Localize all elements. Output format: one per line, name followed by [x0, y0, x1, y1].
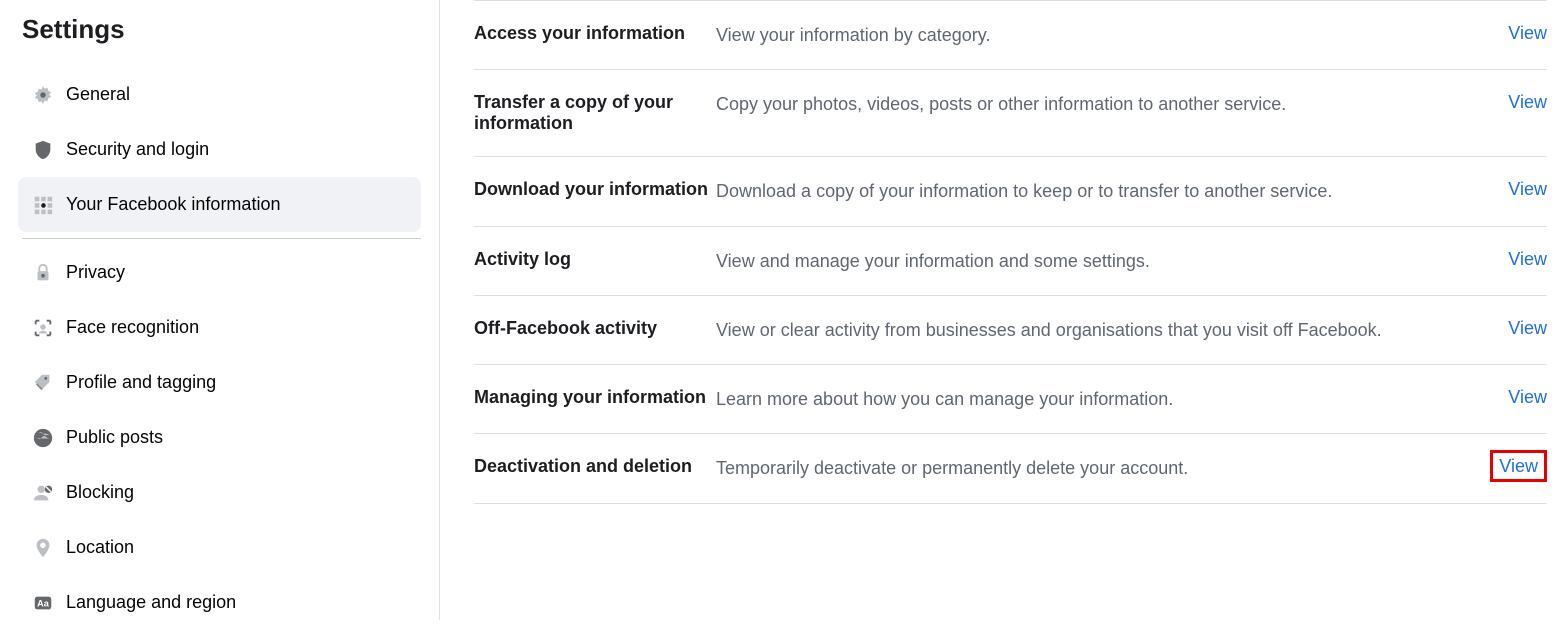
view-link-download-info[interactable]: View — [1508, 179, 1547, 199]
sidebar-item-facebook-info[interactable]: Your Facebook information — [18, 177, 421, 232]
view-link-activity-log[interactable]: View — [1508, 249, 1547, 269]
sidebar-item-label: Blocking — [66, 482, 134, 503]
row-title: Deactivation and deletion — [474, 456, 716, 477]
row-download-info: Download your information Download a cop… — [474, 157, 1547, 226]
view-link-transfer-copy[interactable]: View — [1508, 92, 1547, 112]
language-icon: Aa — [20, 592, 66, 614]
view-link-managing-info[interactable]: View — [1508, 387, 1547, 407]
sidebar-item-privacy[interactable]: Privacy — [18, 245, 421, 300]
sidebar-item-public-posts[interactable]: Public posts — [18, 410, 421, 465]
view-link-off-facebook[interactable]: View — [1508, 318, 1547, 338]
sidebar-items: General Security and login Your F — [18, 67, 439, 630]
sidebar-item-label: Security and login — [66, 139, 209, 160]
sidebar-item-language[interactable]: Aa Language and region — [18, 575, 421, 630]
view-link-deactivation-deletion[interactable]: View — [1490, 450, 1547, 482]
row-desc: Copy your photos, videos, posts or other… — [716, 92, 1508, 116]
sidebar-item-security[interactable]: Security and login — [18, 122, 421, 177]
svg-text:Aa: Aa — [37, 598, 50, 608]
sidebar-item-blocking[interactable]: Blocking — [18, 465, 421, 520]
sidebar-item-face-recognition[interactable]: Face recognition — [18, 300, 421, 355]
sidebar-item-label: Your Facebook information — [66, 194, 280, 215]
sidebar-item-label: Location — [66, 537, 134, 558]
tag-icon — [20, 372, 66, 394]
sidebar-item-label: Public posts — [66, 427, 163, 448]
row-transfer-copy: Transfer a copy of your information Copy… — [474, 70, 1547, 157]
row-desc: Temporarily deactivate or permanently de… — [716, 456, 1490, 480]
sidebar-item-location[interactable]: Location — [18, 520, 421, 575]
row-desc: Download a copy of your information to k… — [716, 179, 1508, 203]
row-title: Activity log — [474, 249, 716, 270]
row-deactivation-deletion: Deactivation and deletion Temporarily de… — [474, 434, 1547, 503]
shield-icon — [20, 139, 66, 161]
row-desc: View and manage your information and som… — [716, 249, 1508, 273]
sidebar-item-label: Language and region — [66, 592, 236, 613]
row-access-info: Access your information View your inform… — [474, 0, 1547, 70]
sidebar-item-label: Privacy — [66, 262, 125, 283]
row-title: Transfer a copy of your information — [474, 92, 716, 134]
row-off-facebook: Off-Facebook activity View or clear acti… — [474, 296, 1547, 365]
lock-icon — [20, 262, 66, 284]
row-desc: View your information by category. — [716, 23, 1508, 47]
row-title: Off-Facebook activity — [474, 318, 716, 339]
sidebar-item-label: General — [66, 84, 130, 105]
view-link-access-info[interactable]: View — [1508, 23, 1547, 43]
globe-icon — [20, 427, 66, 449]
row-desc: Learn more about how you can manage your… — [716, 387, 1508, 411]
sidebar-item-general[interactable]: General — [18, 67, 421, 122]
sidebar-item-profile-tagging[interactable]: Profile and tagging — [18, 355, 421, 410]
row-managing-info: Managing your information Learn more abo… — [474, 365, 1547, 434]
row-title: Access your information — [474, 23, 716, 44]
sidebar-title: Settings — [18, 14, 439, 45]
row-desc: View or clear activity from businesses a… — [716, 318, 1508, 342]
gear-icon — [20, 84, 66, 106]
grid-icon — [20, 194, 66, 216]
row-title: Download your information — [474, 179, 716, 200]
sidebar-item-label: Face recognition — [66, 317, 199, 338]
row-activity-log: Activity log View and manage your inform… — [474, 227, 1547, 296]
settings-sidebar: Settings General Security and login — [0, 0, 440, 620]
row-title: Managing your information — [474, 387, 716, 408]
blocking-icon — [20, 482, 66, 504]
sidebar-item-label: Profile and tagging — [66, 372, 216, 393]
sidebar-divider — [22, 238, 421, 239]
location-icon — [20, 537, 66, 559]
face-icon — [20, 317, 66, 339]
main-content: Access your information View your inform… — [440, 0, 1565, 620]
